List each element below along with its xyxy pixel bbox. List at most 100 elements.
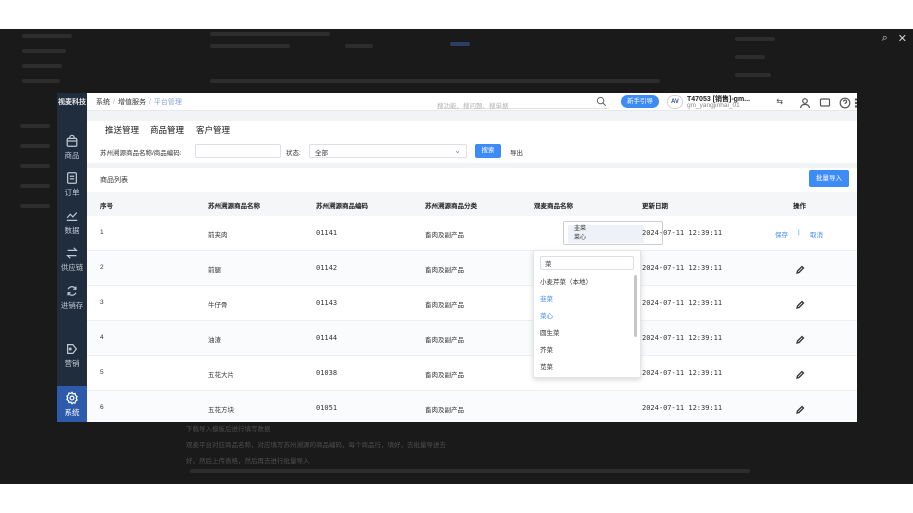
instruction-line: 观麦平台对应商品名称，对应填写苏州溯源的商品编码，每个商品行，填好，去批量导进去 [186, 442, 446, 449]
cancel-button[interactable]: 取消 [810, 229, 823, 239]
table-row: 6 五花方块 01051 畜肉及副产品 2024-07-11 12:39:11 [87, 391, 857, 422]
breadcrumb-item-value-added[interactable]: 增值服务 [118, 99, 146, 106]
table-header: 序号 苏州溯源商品名称 苏州溯源商品编码 苏州溯源商品分类 观麦商品名称 更新日… [87, 192, 857, 216]
cell-no: 4 [100, 334, 104, 341]
table-row: 1 前夹肉 01141 畜肉及副产品 韭菜 菜心 2024-07-11 12:3… [87, 216, 857, 251]
sidebar-item-label: 供应链 [60, 262, 84, 272]
breadcrumb: 系统 / 增值服务 / 平台管理 [96, 97, 182, 107]
user-account-id: gm_yangjinhai_01 [687, 102, 740, 109]
edit-pencil-icon[interactable] [795, 297, 805, 309]
sidebar-item-goods[interactable]: 商品 [57, 129, 87, 165]
backdrop-blur-line [22, 34, 72, 38]
line-chart-icon [66, 211, 78, 221]
status-filter-label: 状态: [286, 150, 301, 157]
tag-icon [67, 343, 78, 354]
document-icon [67, 171, 77, 184]
cell-update-date: 2024-07-11 12:39:11 [642, 229, 723, 237]
backdrop-blur-line [210, 79, 660, 83]
bag-icon [66, 134, 78, 147]
message-icon[interactable] [819, 96, 831, 108]
column-header-gm-name: 观麦商品名称 [534, 203, 573, 210]
backdrop-blur-line [20, 144, 50, 148]
sidebar-item-marketing[interactable]: 营销 [57, 337, 87, 373]
cell-update-date: 2024-07-11 12:39:11 [642, 369, 723, 377]
save-button[interactable]: 保存 [775, 229, 788, 239]
status-select[interactable]: 全部 ⌄ [309, 144, 467, 158]
user-account-switcher[interactable]: AV T47053 [销售]-gm... gm_yangjinhai_01 ⇆ [667, 94, 783, 110]
cell-update-date: 2024-07-11 12:39:11 [642, 299, 723, 307]
cell-trace-name: 五花大片 [208, 372, 234, 379]
main-content: 推送管理 商品管理 客户管理 苏州溯源商品名称/商品编码: 状态: 全部 ⌄ 搜… [87, 111, 857, 422]
edit-pencil-icon[interactable] [795, 402, 805, 414]
dropdown-option[interactable]: 菜心 [534, 308, 634, 325]
batch-import-button[interactable]: 批量导入 [809, 170, 849, 187]
sidebar-item-system[interactable]: 系统 [57, 386, 87, 422]
edit-pencil-icon[interactable] [795, 367, 805, 379]
more-vertical-icon[interactable] [853, 96, 857, 108]
backdrop-blur-line [735, 73, 771, 77]
dropdown-option[interactable]: 韭菜 [534, 291, 634, 308]
cell-trace-name: 牛仔骨 [208, 302, 228, 309]
goods-name-filter-input[interactable] [195, 144, 281, 158]
brand-logo: 视麦科技 [58, 99, 86, 106]
backdrop-blur-line [190, 469, 750, 473]
sidebar-item-label: 进销存 [60, 300, 84, 310]
dropdown-option[interactable]: 苋菜 [534, 359, 634, 376]
search-icon[interactable] [596, 96, 607, 107]
cell-trace-name: 五花方块 [208, 407, 234, 414]
edit-pencil-icon[interactable] [795, 262, 805, 274]
backdrop-blur-line [22, 49, 66, 53]
edit-pencil-icon[interactable] [795, 332, 805, 344]
backdrop-blur-line [735, 55, 765, 59]
avatar: AV [667, 95, 683, 109]
goods-list-panel: 商品列表 批量导入 序号 苏州溯源商品名称 苏州溯源商品编码 苏州溯源商品分类 … [87, 168, 857, 422]
image-viewer-tools: ⌕ ✕ [882, 32, 907, 45]
cell-trace-name: 前腿 [208, 267, 221, 274]
dropdown-scrollbar[interactable] [634, 275, 637, 337]
column-header-trace-name: 苏州溯源商品名称 [208, 203, 260, 210]
column-header-trace-code: 苏州溯源商品编码 [316, 203, 368, 210]
cell-trace-category: 畜肉及副产品 [425, 407, 464, 414]
dropdown-option[interactable]: 小麦芹菜（本地） [534, 274, 634, 291]
tab-push-management[interactable]: 推送管理 [105, 124, 139, 136]
sidebar-item-data[interactable]: 数据 [57, 204, 87, 240]
sidebar-item-supply-chain[interactable]: 供应链 [57, 241, 87, 277]
backdrop-blur-line [210, 32, 330, 36]
global-search [437, 95, 609, 113]
cell-trace-code: 01038 [316, 369, 338, 377]
search-button[interactable]: 搜索 [475, 144, 501, 158]
breadcrumb-item-system[interactable]: 系统 [96, 99, 110, 106]
cell-trace-category: 畜肉及副产品 [425, 232, 464, 239]
dropdown-option[interactable]: 圆生菜 [534, 325, 634, 342]
cell-trace-name: 油渣 [208, 337, 221, 344]
cell-trace-category: 畜肉及副产品 [425, 372, 464, 379]
contacts-icon[interactable] [799, 96, 811, 109]
cycle-icon [67, 285, 77, 296]
help-icon[interactable] [839, 96, 851, 109]
backdrop-blur-line [210, 44, 290, 48]
sidebar-item-label: 系统 [64, 407, 80, 417]
backdrop-blur-line [20, 124, 50, 128]
dropdown-search-input[interactable] [540, 256, 634, 270]
cell-trace-code: 01144 [316, 334, 338, 342]
close-icon[interactable]: ✕ [898, 32, 907, 45]
export-button[interactable]: 导出 [510, 147, 523, 157]
sidebar: 视麦科技 商品 订单 数据 供应链 进销存 营销 系统 [57, 93, 87, 422]
tab-goods-management[interactable]: 商品管理 [150, 124, 184, 136]
sidebar-item-orders[interactable]: 订单 [57, 166, 87, 202]
sidebar-item-label: 商品 [64, 150, 80, 160]
cell-trace-category: 畜肉及副产品 [425, 337, 464, 344]
filter-bar: 苏州溯源商品名称/商品编码: 状态: 全部 ⌄ 搜索 导出 [87, 139, 857, 163]
zoom-search-icon[interactable]: ⌕ [882, 32, 888, 45]
gear-icon [66, 390, 78, 405]
beginner-guide-button[interactable]: 新手引导 [621, 95, 659, 108]
switch-account-icon[interactable]: ⇆ [776, 97, 783, 106]
exchange-icon [66, 246, 78, 259]
breadcrumb-item-platform: 平台管理 [153, 99, 182, 106]
dropdown-option[interactable]: 芥菜 [534, 342, 634, 359]
backdrop-blur-line [22, 64, 62, 68]
backdrop-blur-line [20, 184, 50, 188]
cell-trace-code: 01143 [316, 299, 338, 307]
sidebar-item-inventory[interactable]: 进销存 [57, 279, 87, 315]
tab-customer-management[interactable]: 客户管理 [196, 124, 230, 136]
